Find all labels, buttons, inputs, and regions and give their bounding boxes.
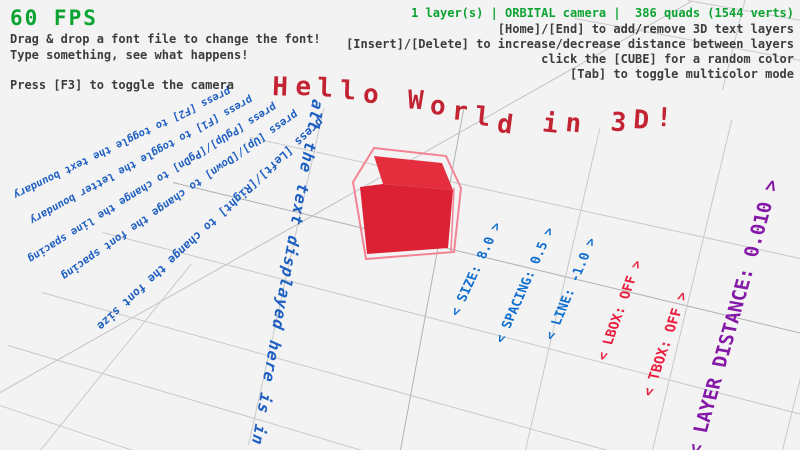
cube[interactable] [350, 140, 465, 262]
label-lbox: < LBOX: OFF > [594, 259, 646, 362]
hint-layers: [Home]/[End] to add/remove 3D text layer… [498, 22, 794, 36]
hint-cube-color: click the [CUBE] for a random color [541, 52, 794, 66]
label-layer-distance: < LAYER DISTANCE: 0.010 > [683, 178, 784, 450]
fps-counter: 60 FPS [10, 6, 98, 30]
hint-drag-drop: Drag & drop a font file to change the fo… [10, 32, 321, 46]
cube-front-face [360, 184, 453, 254]
hint-multicolor: [Tab] to toggle multicolor mode [570, 67, 794, 81]
hint-layer-distance: [Insert]/[Delete] to increase/decrease d… [346, 37, 794, 51]
hint-type: Type something, see what happens! [10, 48, 248, 62]
status-bar: 1 layer(s) | ORBITAL camera | 386 quads … [411, 6, 794, 20]
font-demo-viewport[interactable]: press [F2] to toggle the text boundary p… [0, 0, 800, 450]
label-tbox: < TBOX: OFF > [640, 291, 692, 398]
hint-camera: Press [F3] to toggle the camera [10, 78, 234, 92]
